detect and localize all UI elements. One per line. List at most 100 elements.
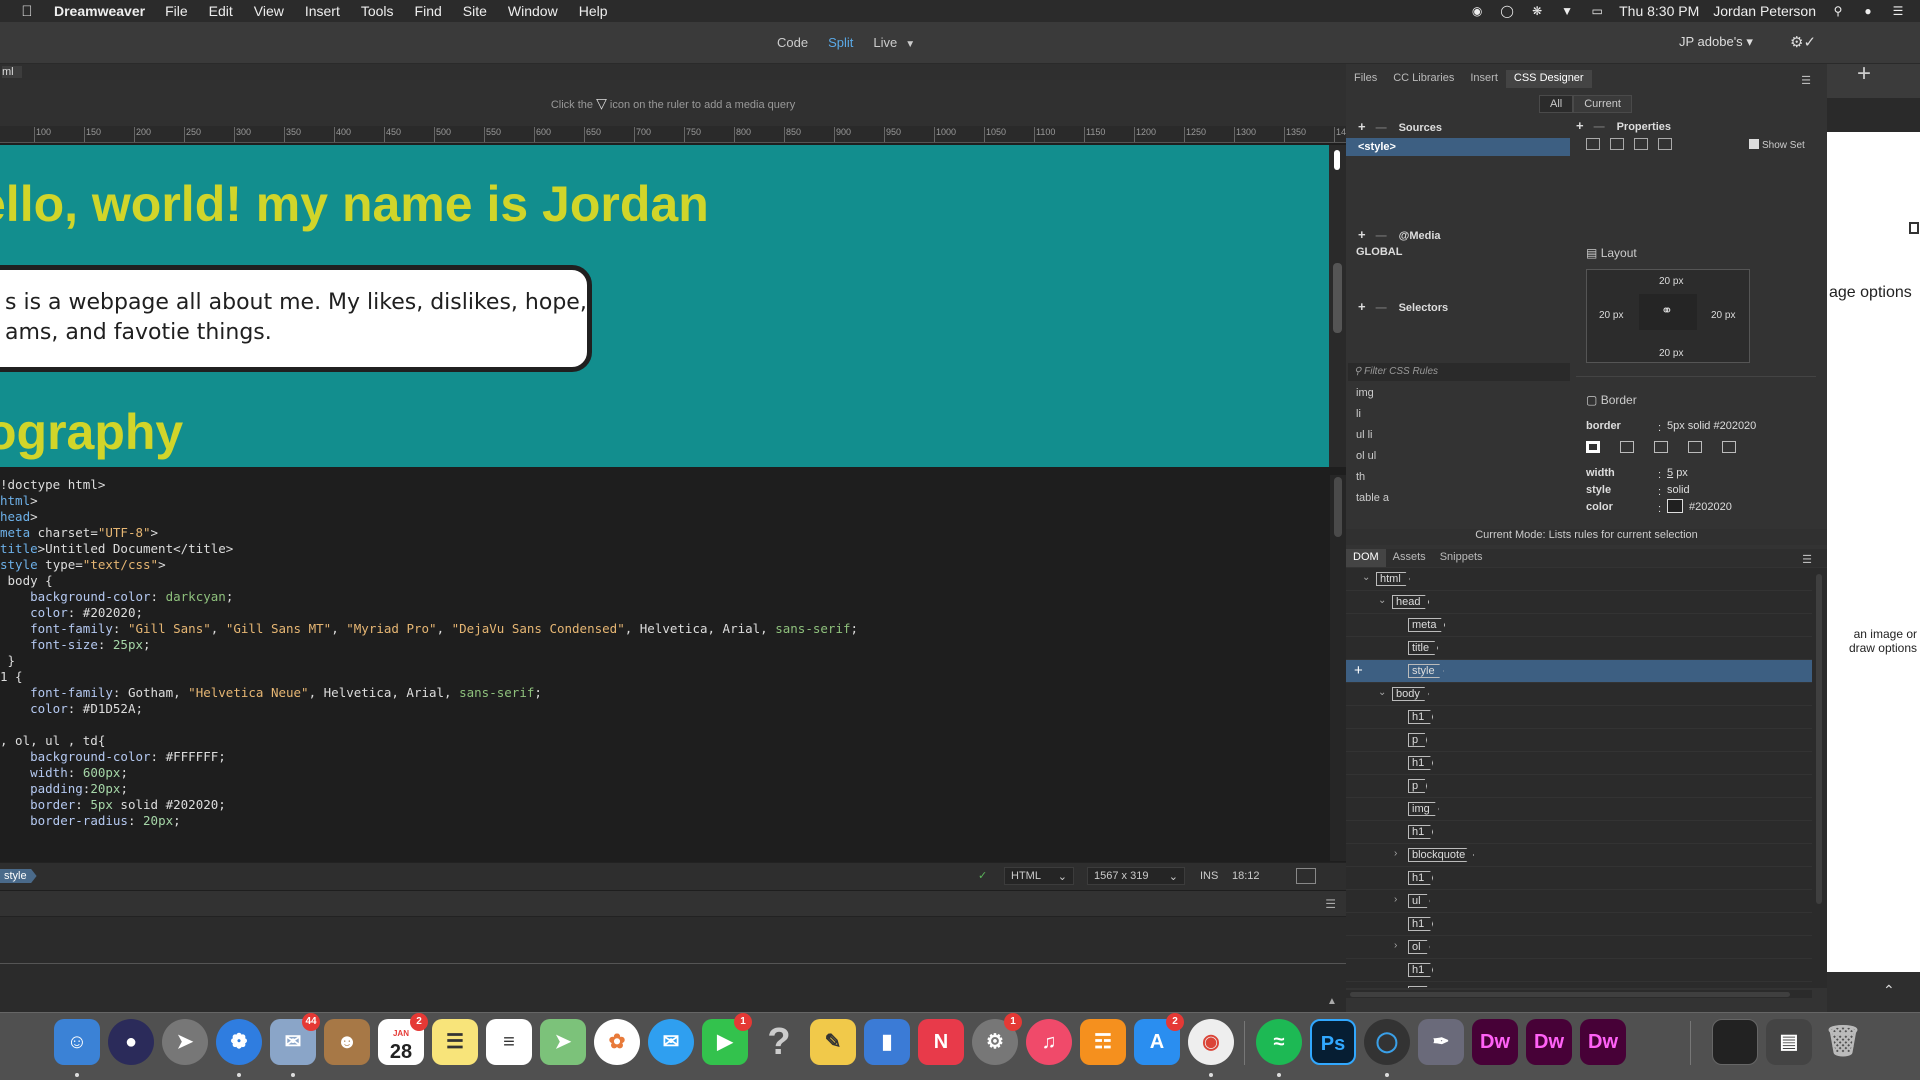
- code-line[interactable]: 1 {: [0, 669, 1330, 685]
- dom-node-h1[interactable]: h1: [1346, 821, 1812, 844]
- chevron-down-icon[interactable]: ⌄: [1378, 687, 1386, 698]
- ruler[interactable]: 100 150 200 250 300 350 400 450 500 550 600 650 700 7…: [0, 126, 1346, 143]
- selector-img[interactable]: img: [1356, 387, 1374, 399]
- border-width-value[interactable]: 5 px: [1667, 467, 1688, 479]
- intro-paragraph[interactable]: s is a webpage all about me. My likes, d…: [0, 265, 592, 372]
- code-line[interactable]: font-size: 25px;: [0, 637, 1330, 653]
- trash-icon[interactable]: 🗑: [1820, 1019, 1866, 1065]
- tab-files[interactable]: Files: [1346, 70, 1385, 88]
- dom-node-ol[interactable]: › ol: [1346, 982, 1812, 988]
- live-view-scrollbar[interactable]: [1329, 145, 1346, 467]
- gear-icon[interactable]: ⚙✓: [1790, 33, 1816, 51]
- chevron-up-icon[interactable]: ⌃: [1883, 982, 1895, 999]
- insert-mode[interactable]: INS: [1200, 870, 1218, 882]
- code-line[interactable]: color: #202020;: [0, 605, 1330, 621]
- tab-css-designer[interactable]: CSS Designer: [1505, 70, 1592, 88]
- split-view-button[interactable]: Split: [828, 35, 853, 50]
- tab-dom[interactable]: DOM: [1346, 549, 1386, 567]
- code-line[interactable]: , ol, ul , td{: [0, 733, 1330, 749]
- dom-node-h1[interactable]: h1: [1346, 913, 1812, 936]
- document-tab[interactable]: ml: [2, 66, 22, 78]
- border-all-icon[interactable]: [1586, 441, 1600, 453]
- notification-center-icon[interactable]: ☰: [1890, 3, 1906, 19]
- messages-icon[interactable]: ✉: [648, 1019, 694, 1065]
- panel-menu-icon[interactable]: ☰: [1793, 72, 1819, 89]
- dom-node-head[interactable]: ⌄ head: [1346, 591, 1812, 614]
- dom-node-h1[interactable]: h1: [1346, 706, 1812, 729]
- siri-icon[interactable]: ●: [1860, 3, 1876, 19]
- live-view[interactable]: ello, world! my name is Jordan s is a we…: [0, 145, 1329, 467]
- dom-node-html[interactable]: ⌄ html: [1346, 568, 1812, 591]
- code-line[interactable]: background-color: #FFFFFF;: [0, 749, 1330, 765]
- books-icon[interactable]: ☶: [1080, 1019, 1126, 1065]
- filter-css-input[interactable]: ⚲ Filter CSS Rules: [1348, 363, 1570, 381]
- contacts-icon[interactable]: ☻: [324, 1019, 370, 1065]
- calendar-icon[interactable]: JAN 28 2: [378, 1013, 428, 1065]
- dom-node-p[interactable]: p: [1346, 729, 1812, 752]
- dom-node-style[interactable]: + style: [1346, 660, 1812, 683]
- reminders-icon[interactable]: ≡: [486, 1019, 532, 1065]
- border-category-icon[interactable]: [1634, 138, 1648, 150]
- mode-all-button[interactable]: All: [1539, 95, 1574, 113]
- padding-box-model[interactable]: 20 px 20 px 20 px 20 px ⚭: [1586, 269, 1750, 363]
- code-line[interactable]: padding:20px;: [0, 781, 1330, 797]
- border-style-value[interactable]: solid: [1667, 484, 1690, 496]
- media-query-bar[interactable]: Click the ▽ icon on the ruler to add a m…: [0, 80, 1346, 126]
- language-select[interactable]: HTML ⌄: [1004, 867, 1074, 885]
- menu-insert[interactable]: Insert: [305, 3, 340, 19]
- pen-tool-icon[interactable]: ✒: [1418, 1019, 1464, 1065]
- launchpad-icon[interactable]: ➤: [162, 1019, 208, 1065]
- code-line[interactable]: style type="text/css">: [0, 557, 1330, 573]
- dom-node-body[interactable]: ⌄ body: [1346, 683, 1812, 706]
- document-thumbnail-icon[interactable]: [1712, 1019, 1758, 1065]
- menu-view[interactable]: View: [254, 3, 284, 19]
- expand-arrow-icon[interactable]: ▲: [1327, 996, 1337, 1007]
- dom-node-ul[interactable]: › ul: [1346, 890, 1812, 913]
- split-handle[interactable]: [1333, 263, 1342, 333]
- tab-insert[interactable]: Insert: [1462, 70, 1506, 88]
- facetime-icon[interactable]: ▶ 1: [702, 1013, 752, 1065]
- dom-node-h1[interactable]: h1: [1346, 752, 1812, 775]
- real-time-preview-icon[interactable]: [1296, 868, 1316, 884]
- menu-user[interactable]: Jordan Peterson: [1713, 3, 1816, 19]
- tab-snippets[interactable]: Snippets: [1433, 549, 1490, 567]
- remove-selector-icon[interactable]: —: [1376, 302, 1387, 314]
- dom-hscroll-thumb[interactable]: [1350, 992, 1790, 997]
- code-line[interactable]: title>Untitled Document</title>: [0, 541, 1330, 557]
- dreamweaver-icon-2[interactable]: Dw: [1526, 1019, 1572, 1065]
- app-menu[interactable]: Dreamweaver: [54, 3, 145, 19]
- padding-top[interactable]: 20 px: [1659, 276, 1683, 287]
- code-line[interactable]: border: 5px solid #202020;: [0, 797, 1330, 813]
- selector-th[interactable]: th: [1356, 471, 1365, 483]
- code-line[interactable]: [0, 717, 1330, 733]
- linting-ok-icon[interactable]: ✓: [978, 869, 987, 882]
- quicktime-icon[interactable]: ◯: [1364, 1019, 1410, 1077]
- photoshop-icon[interactable]: Ps: [1310, 1019, 1356, 1065]
- tab-cc-libraries[interactable]: CC Libraries: [1385, 70, 1462, 88]
- dreamweaver-icon-1[interactable]: Dw: [1472, 1019, 1518, 1065]
- panel-menu-icon[interactable]: ☰: [1325, 897, 1336, 911]
- border-right-icon[interactable]: [1654, 441, 1668, 453]
- tag-selector[interactable]: style: [0, 869, 37, 883]
- chevron-right-icon[interactable]: ›: [1394, 848, 1397, 859]
- code-line[interactable]: background-color: darkcyan;: [0, 589, 1330, 605]
- menu-file[interactable]: File: [165, 3, 188, 19]
- backup-icon[interactable]: ◯: [1499, 3, 1515, 19]
- menu-window[interactable]: Window: [508, 3, 558, 19]
- code-line[interactable]: font-family: Gotham, "Helvetica Neue", H…: [0, 685, 1330, 701]
- section-heading[interactable]: ography: [0, 403, 183, 461]
- account-menu[interactable]: JP adobe's ▾: [1679, 34, 1753, 50]
- code-line[interactable]: }: [0, 653, 1330, 669]
- menu-edit[interactable]: Edit: [209, 3, 233, 19]
- remove-media-icon[interactable]: —: [1376, 230, 1387, 242]
- code-view-button[interactable]: Code: [777, 35, 808, 50]
- code-line[interactable]: body {: [0, 573, 1330, 589]
- creative-cloud-icon[interactable]: ◉: [1469, 3, 1485, 19]
- window-size-select[interactable]: 1567 x 319 ⌄: [1087, 867, 1185, 885]
- dom-panel-menu-icon[interactable]: ☰: [1795, 551, 1819, 568]
- code-scroll-thumb[interactable]: [1334, 477, 1342, 537]
- selector-table-a[interactable]: table a: [1356, 492, 1389, 504]
- dom-node-meta[interactable]: meta: [1346, 614, 1812, 637]
- live-scroll-thumb[interactable]: [1334, 150, 1340, 170]
- selector-ul-li[interactable]: ul li: [1356, 429, 1373, 441]
